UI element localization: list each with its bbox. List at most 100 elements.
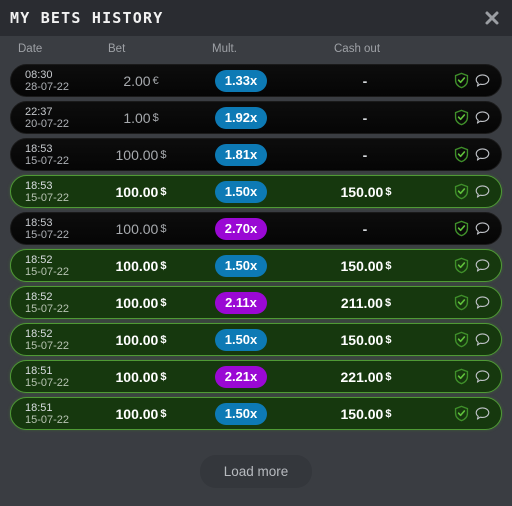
multiplier-cell: 1.50x (196, 398, 286, 429)
cashout-value: 150.00 (340, 183, 384, 200)
bet-time: 18:52 (25, 290, 53, 303)
cashout-currency: $ (384, 296, 392, 309)
cashout-value: 150.00 (340, 257, 384, 274)
bet-amount-value: 100.00 (115, 368, 159, 385)
column-header-cashout: Cash out (334, 43, 381, 55)
table-row[interactable]: 18:52 15-07-22 100.00 $1.50x 150.00 $ (10, 249, 502, 282)
cashout-value: - (362, 220, 368, 237)
table-row[interactable]: 18:51 15-07-22 100.00 $2.21x 221.00 $ (10, 360, 502, 393)
shield-check-icon (454, 405, 469, 422)
row-actions (453, 213, 491, 244)
multiplier-cell: 1.50x (196, 324, 286, 355)
bet-currency: $ (160, 185, 167, 198)
cashout-value: - (362, 109, 368, 126)
shield-check-icon[interactable] (453, 331, 470, 348)
row-actions (453, 287, 491, 318)
shield-check-icon[interactable] (453, 183, 470, 200)
bet-date: 18:53 15-07-22 (25, 139, 69, 170)
table-row[interactable]: 18:52 15-07-22 100.00 $ 1.50x 150.00 $ (10, 323, 502, 356)
shield-check-icon[interactable] (453, 257, 470, 274)
table-row[interactable]: 18:51 15-07-22 100.00 $1.50x 150.00 $ (10, 397, 502, 430)
column-header-bet: Bet (108, 43, 126, 55)
bet-time: 08:30 (25, 68, 53, 81)
cashout-amount: - (296, 65, 436, 96)
shield-check-icon[interactable] (453, 294, 470, 311)
table-row[interactable]: 08:30 28-07-22 2.00 €1.33x - (10, 64, 502, 97)
bet-amount: 100.00 $ (81, 324, 201, 355)
chat-bubble-icon[interactable] (474, 183, 491, 200)
cashout-value: - (362, 72, 368, 89)
bet-currency: $ (160, 333, 167, 346)
chat-bubble-icon[interactable] (474, 368, 491, 385)
chat-bubble-icon[interactable] (474, 405, 491, 422)
column-header-mult: Mult. (212, 43, 237, 55)
table-row[interactable]: 18:52 15-07-22 100.00 $2.11x 211.00 $ (10, 286, 502, 319)
footer: Load more (0, 444, 512, 506)
row-actions (453, 65, 491, 96)
load-more-button[interactable]: Load more (199, 455, 313, 488)
table-row[interactable]: 18:53 15-07-22 100.00 $1.81x - (10, 138, 502, 171)
shield-check-icon[interactable] (453, 405, 470, 422)
shield-check-icon[interactable] (453, 72, 470, 89)
chat-bubble-icon[interactable] (474, 146, 491, 163)
cashout-amount: 150.00 $ (296, 250, 436, 281)
chat-bubble-icon[interactable] (474, 109, 491, 126)
chat-bubble-icon[interactable] (474, 220, 491, 237)
shield-check-icon (454, 257, 469, 274)
bets-list: 08:30 28-07-22 2.00 €1.33x - 22:37 20-07-22 1.0… (0, 64, 512, 430)
bet-time: 18:53 (25, 142, 53, 155)
chat-bubble-icon (475, 370, 490, 383)
shield-check-icon[interactable] (453, 220, 470, 237)
multiplier-cell: 1.50x (196, 176, 286, 207)
multiplier-cell: 1.50x (196, 250, 286, 281)
multiplier-cell: 2.21x (196, 361, 286, 392)
bet-time: 18:53 (25, 179, 53, 192)
bet-day: 15-07-22 (25, 154, 70, 167)
chat-bubble-icon (475, 148, 490, 161)
bet-amount-value: 100.00 (115, 146, 159, 163)
cashout-currency: $ (385, 370, 392, 383)
shield-check-icon[interactable] (453, 368, 470, 385)
cashout-currency: $ (385, 407, 392, 420)
chat-bubble-icon[interactable] (474, 257, 491, 274)
row-actions (453, 176, 491, 207)
bet-day: 15-07-22 (25, 413, 70, 426)
cashout-amount: 150.00 $ (296, 324, 436, 355)
bets-history-panel: MY BETS HISTORY Date Bet Mult. Cash out … (0, 0, 512, 506)
table-row[interactable]: 18:53 15-07-22 100.00 $1.50x 150.00 $ (10, 175, 502, 208)
close-icon[interactable] (481, 7, 503, 29)
shield-check-icon[interactable] (453, 146, 470, 163)
multiplier-badge: 2.21x (214, 365, 268, 388)
bet-currency: $ (160, 222, 167, 235)
bet-day: 15-07-22 (25, 302, 70, 315)
shield-check-icon (454, 72, 469, 89)
cashout-value: 150.00 (340, 405, 384, 422)
bet-amount: 100.00 $ (81, 398, 201, 429)
multiplier-badge: 1.50x (214, 328, 268, 351)
bet-currency: $ (160, 407, 167, 420)
table-row[interactable]: 22:37 20-07-22 1.00 $1.92x - (10, 101, 502, 134)
title-bar: MY BETS HISTORY (0, 0, 512, 36)
chat-bubble-icon (475, 222, 490, 235)
bet-amount: 100.00 $ (81, 213, 201, 244)
bet-date: 18:52 15-07-22 (25, 324, 69, 355)
multiplier-badge: 1.50x (214, 180, 268, 203)
shield-check-icon (454, 146, 469, 163)
row-actions (453, 139, 491, 170)
chat-bubble-icon[interactable] (474, 294, 491, 311)
column-header-date: Date (18, 43, 43, 55)
bet-date: 18:51 15-07-22 (25, 361, 69, 392)
shield-check-icon[interactable] (453, 109, 470, 126)
table-row[interactable]: 18:53 15-07-22 100.00 $2.70x - (10, 212, 502, 245)
chat-bubble-icon[interactable] (474, 331, 491, 348)
cashout-currency: $ (385, 333, 392, 346)
bet-date: 18:52 15-07-22 (25, 250, 69, 281)
bet-time: 18:53 (25, 216, 53, 229)
cashout-amount: 150.00 $ (296, 176, 436, 207)
bet-day: 28-07-22 (25, 80, 70, 93)
multiplier-badge: 1.50x (214, 254, 268, 277)
multiplier-cell: 2.70x (196, 213, 286, 244)
chat-bubble-icon[interactable] (474, 72, 491, 89)
bet-day: 20-07-22 (25, 117, 70, 130)
shield-check-icon (454, 368, 469, 385)
